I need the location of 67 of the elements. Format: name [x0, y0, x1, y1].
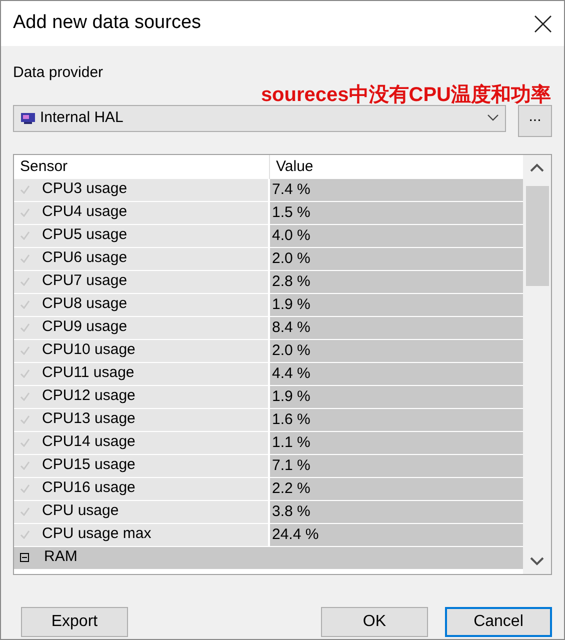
table-cell: 1.9 %: [270, 294, 523, 316]
chevron-down-icon: [487, 114, 499, 122]
check-icon: [20, 208, 30, 217]
table-cell: 1.6 %: [270, 408, 523, 430]
check-icon: [20, 277, 30, 286]
chevron-down-icon[interactable]: [530, 556, 544, 566]
browse-button[interactable]: ...: [518, 104, 552, 136]
check-icon: [20, 530, 30, 539]
table-cell: 1.9 %: [270, 386, 523, 408]
column-header[interactable]: Value: [270, 154, 523, 178]
table-cell[interactable]: CPU8 usage: [14, 294, 270, 316]
chevron-up-icon[interactable]: [530, 162, 544, 172]
table-cell: 3.8 %: [270, 500, 523, 522]
table-cell: 7.4 %: [270, 178, 523, 200]
table-cell: 2.2 %: [270, 478, 523, 500]
check-icon: [20, 369, 30, 378]
table-cell[interactable]: CPU7 usage: [14, 270, 270, 292]
table-cell[interactable]: CPU usage: [14, 500, 270, 522]
window-title: Add new data sources: [13, 11, 202, 36]
table-cell: 2.8 %: [270, 270, 523, 292]
table-cell[interactable]: CPU6 usage: [14, 248, 270, 270]
dialog-button[interactable]: Export: [21, 606, 128, 636]
field-label: Data provider: [13, 63, 104, 83]
close-icon[interactable]: [534, 14, 552, 32]
dialog-button[interactable]: Cancel: [444, 606, 552, 636]
table-cell[interactable]: CPU15 usage: [14, 454, 270, 476]
check-icon: [20, 438, 30, 447]
expander-icon[interactable]: [20, 553, 29, 562]
table-cell[interactable]: CPU12 usage: [14, 386, 270, 408]
provider-dropdown[interactable]: Internal HAL: [13, 104, 506, 132]
table-cell[interactable]: CPU9 usage: [14, 316, 270, 338]
table-cell[interactable]: CPU usage max: [14, 524, 270, 546]
check-icon: [20, 392, 30, 401]
check-icon: [20, 507, 30, 516]
dialog-button[interactable]: OK: [320, 606, 428, 636]
table-cell[interactable]: CPU10 usage: [14, 340, 270, 362]
table-cell: 1.5 %: [270, 202, 523, 224]
table-cell: 2.0 %: [270, 340, 523, 362]
scroll-thumb[interactable]: [526, 186, 548, 286]
table-cell: 4.4 %: [270, 362, 523, 384]
check-icon: [20, 254, 30, 263]
table-cell[interactable]: CPU11 usage: [14, 362, 270, 384]
table-cell[interactable]: CPU3 usage: [14, 178, 270, 200]
check-icon: [20, 346, 30, 355]
table-cell[interactable]: CPU14 usage: [14, 432, 270, 454]
check-icon: [20, 484, 30, 493]
table-cell: 8.4 %: [270, 316, 523, 338]
scrollbar[interactable]: [523, 154, 551, 574]
check-icon: [20, 231, 30, 240]
table-cell[interactable]: CPU4 usage: [14, 202, 270, 224]
table-cell: 1.1 %: [270, 432, 523, 454]
table-cell: 7.1 %: [270, 454, 523, 476]
table-cell: 2.0 %: [270, 248, 523, 270]
chip-icon: [20, 111, 36, 125]
group-row[interactable]: RAM: [14, 546, 523, 568]
check-icon: [20, 300, 30, 309]
table-cell: 24.4 %: [270, 524, 523, 546]
check-icon: [20, 461, 30, 470]
check-icon: [20, 415, 30, 424]
dropdown-value: Internal HAL: [40, 108, 124, 128]
table-cell[interactable]: CPU16 usage: [14, 478, 270, 500]
check-icon: [20, 323, 30, 332]
annotation-text: soureces中没有CPU温度和功率: [260, 82, 551, 106]
table-cell[interactable]: CPU13 usage: [14, 408, 270, 430]
check-icon: [20, 185, 30, 194]
table-cell: 4.0 %: [270, 224, 523, 246]
table-cell[interactable]: CPU5 usage: [14, 224, 270, 246]
